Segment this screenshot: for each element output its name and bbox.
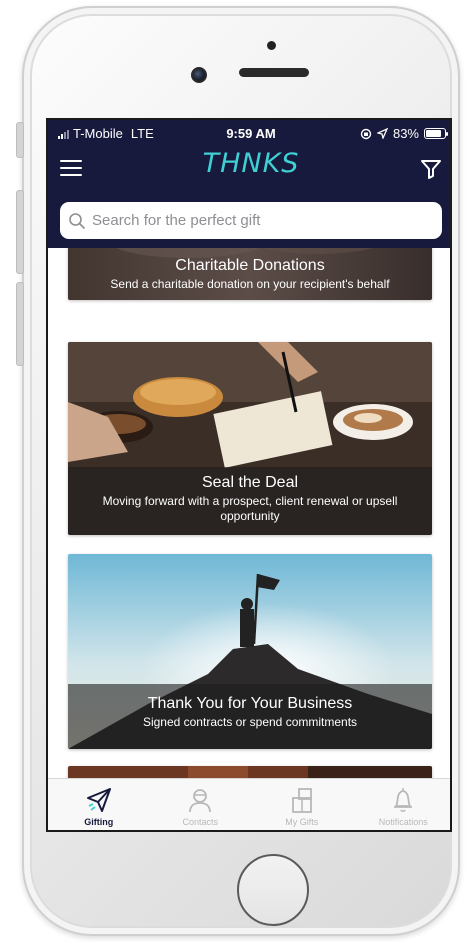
card-title: Seal the Deal xyxy=(201,474,299,491)
card-caption: Charitable Donations Send a charitable d… xyxy=(68,248,432,300)
thnks-logo: THNKS xyxy=(202,148,300,179)
gift-category-list[interactable]: Charitable Donations Send a charitable d… xyxy=(48,248,450,778)
tab-label: Notifications xyxy=(378,817,428,827)
battery-percent: 83% xyxy=(392,126,419,141)
volume-down-button xyxy=(16,282,24,366)
search-icon xyxy=(69,212,85,229)
location-arrow-icon xyxy=(376,128,388,139)
battery-icon xyxy=(424,128,448,139)
card-subtitle: Signed contracts or spend commitments xyxy=(142,715,358,729)
earpiece-speaker xyxy=(239,68,309,77)
tab-label: My Gifts xyxy=(285,817,319,827)
tab-label: Contacts xyxy=(182,817,219,827)
hamburger-menu-icon[interactable] xyxy=(60,160,82,180)
search-input[interactable] xyxy=(92,212,432,229)
card-subtitle: Moving forward with a prospect, client r… xyxy=(102,494,398,523)
card-title: Charitable Donations xyxy=(175,257,325,274)
card-caption: Thank You for Your Business Signed contr… xyxy=(68,684,432,749)
front-camera xyxy=(191,67,207,83)
category-card-seal-the-deal[interactable]: Seal the Deal Moving forward with a pros… xyxy=(68,342,432,535)
app-screen: T-Mobile LTE 9:59 AM 83% THNKS Search fo… xyxy=(46,118,452,832)
home-button[interactable] xyxy=(237,854,309,926)
front-sensor xyxy=(267,41,276,50)
category-card-charitable-donations[interactable]: Charitable Donations Send a charitable d… xyxy=(68,248,432,300)
card-caption: Seal the Deal Moving forward with a pros… xyxy=(68,467,432,535)
search-bar[interactable] xyxy=(60,202,442,239)
mute-switch xyxy=(16,122,24,158)
tab-label: Gifting xyxy=(84,817,114,827)
volume-up-button xyxy=(16,190,24,274)
category-card-next[interactable] xyxy=(68,766,432,778)
category-card-thank-you-for-your-business[interactable]: Thank You for Your Business Signed contr… xyxy=(68,554,432,749)
tab-contacts[interactable]: Contacts xyxy=(150,779,252,830)
app-header: T-Mobile LTE 9:59 AM 83% THNKS xyxy=(48,120,450,248)
tab-notifications[interactable]: Notifications xyxy=(353,779,451,830)
paper-plane-icon xyxy=(86,788,111,812)
gift-box-icon xyxy=(291,788,312,813)
orientation-lock-icon xyxy=(360,128,372,139)
status-bar: T-Mobile LTE 9:59 AM 83% xyxy=(48,124,450,144)
card-subtitle: Send a charitable donation on your recip… xyxy=(110,277,390,291)
tab-my-gifts[interactable]: My Gifts xyxy=(251,779,353,830)
filter-funnel-icon[interactable] xyxy=(420,158,442,180)
person-icon xyxy=(189,789,212,813)
next-card-image xyxy=(68,766,432,778)
status-right: 83% xyxy=(360,126,448,141)
bottom-tab-bar: Gifting Contacts My Gifts Notifications xyxy=(48,778,451,830)
card-title: Thank You for Your Business xyxy=(147,695,353,712)
bell-icon xyxy=(394,788,413,812)
tab-gifting[interactable]: Gifting xyxy=(48,779,150,830)
